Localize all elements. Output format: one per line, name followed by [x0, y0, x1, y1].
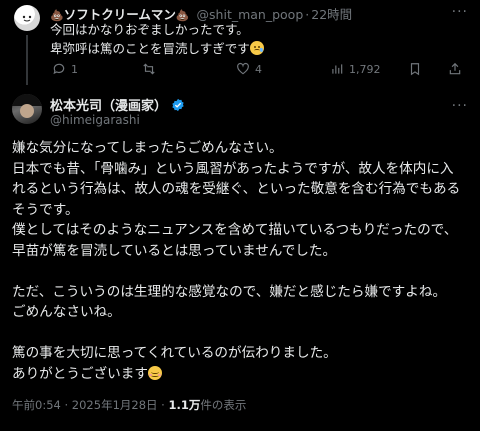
tweet-line: そうです。 [12, 201, 79, 218]
tweet-date[interactable]: 2025年1月28日 [72, 398, 158, 412]
tweet-line: ありがとうございます [12, 364, 474, 385]
main-author-name[interactable]: 松本光司（漫画家） [50, 95, 167, 114]
smiling-face-emoji-icon [147, 365, 162, 380]
bookmark-icon [410, 63, 420, 76]
tweet-text: 嫌な気分になってしまったらごめんなさい。 日本でも昔、「骨噛み」という風習があっ… [12, 138, 474, 384]
reply-avatar[interactable] [14, 5, 40, 31]
heart-icon [237, 62, 249, 75]
reply-timestamp[interactable]: 22時間 [311, 7, 352, 22]
separator-dot: · [64, 398, 69, 412]
thread-line [26, 35, 28, 85]
tweet-line: 日本でも昔、「骨噛み」という風習があったようですが、故人を体内に入 [12, 160, 454, 177]
avatar-face-icon [22, 15, 32, 22]
main-author[interactable]: 松本光司（漫画家） [50, 95, 185, 114]
like-button[interactable]: 4 [236, 62, 262, 76]
tweet-line: 早苗が篤を冒涜しているとは思っていませんでした。 [12, 242, 337, 259]
crying-face-emoji-icon [249, 41, 264, 55]
reply-button[interactable]: 1 [52, 62, 78, 76]
tweet-line: ただ、こういうのは生理的な感覚なので、嫌だと感じたら嫌ですよね。 [12, 283, 447, 300]
reply-text: 今回はかなりおぞましかったです。 卑弥呼は篤のことを冒涜しすぎです [50, 20, 264, 58]
like-count: 4 [255, 62, 262, 76]
view-count: 1,792 [349, 62, 381, 76]
repost-button[interactable] [142, 62, 156, 76]
reply-count: 1 [71, 62, 78, 76]
tweet-meta: 午前0:54 · 2025年1月28日 · 1.1万件の表示 [12, 397, 246, 413]
share-icon [449, 62, 461, 75]
reply-line: 今回はかなりおぞましかったです。 [50, 22, 249, 37]
tweet-view-count: 1.1万 [168, 398, 201, 412]
more-options-icon[interactable]: ··· [452, 4, 468, 20]
main-avatar[interactable] [12, 94, 42, 124]
comment-icon [53, 63, 65, 75]
more-options-icon[interactable]: ··· [452, 98, 468, 114]
tweet-view-label: 件の表示 [200, 398, 247, 412]
tweet-line: れるという行為は、故人の魂を受継ぐ、といった敬意を含む行為でもある [12, 181, 461, 197]
separator-dot: · [305, 7, 310, 22]
share-button[interactable] [448, 62, 462, 76]
repost-icon [143, 63, 155, 75]
bookmark-button[interactable] [408, 62, 422, 76]
tweet-line: 篤の事を大切に思ってくれているのが伝わりました。 [12, 345, 337, 361]
reply-action-bar: 1 4 1,792 [50, 62, 470, 80]
tweet-line: 僕としてはそのようなニュアンスを含めて描いているつもりだったので、 [12, 222, 458, 238]
separator-dot: · [161, 398, 165, 412]
reply-line: 卑弥呼は篤のことを冒涜しすぎです [50, 39, 264, 58]
main-author-handle[interactable]: @himeigarashi [50, 113, 140, 127]
tweet-time[interactable]: 午前0:54 [12, 398, 61, 412]
analytics-icon [332, 64, 343, 74]
reply-tweet[interactable]: 💩ソフトクリームマン💩 @shit_man_poop · 22時間 ··· 今回はか… [0, 0, 480, 88]
verified-badge-icon [172, 98, 184, 111]
main-tweet: 松本光司（漫画家） @himeigarashi ··· 嫌な気分になってしまった… [0, 88, 480, 431]
views-button[interactable]: 1,792 [330, 62, 381, 76]
tweet-line: 嫌な気分になってしまったらごめんなさい。 [12, 140, 283, 156]
tweet-line: ごめんなさいね。 [12, 304, 121, 320]
